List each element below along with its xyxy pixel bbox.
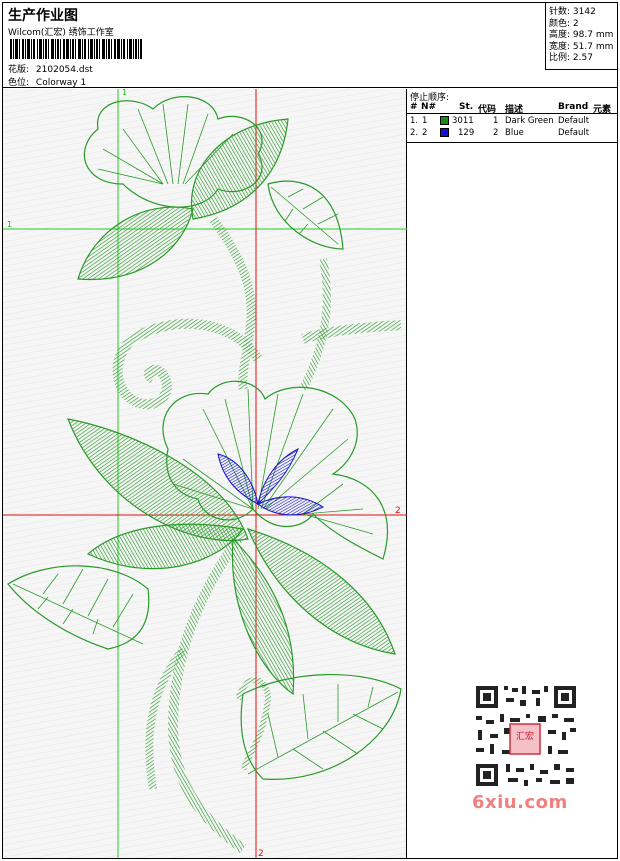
design-file-label: 花版: (8, 65, 30, 75)
embroidery-design: 1 1 2 2 (3, 89, 407, 858)
colorway-label: 色位: (8, 78, 30, 88)
right-stem (299, 258, 331, 391)
stat-scale: 比例: 2.57 (549, 53, 593, 63)
watermark: 汇宏 6xiu.com (466, 680, 584, 820)
color-swatch-blue (440, 128, 449, 137)
stat-width: 宽度: 51.7 mm (549, 41, 614, 52)
colorway-line: 色位: Colorway 1 (8, 75, 86, 88)
watermark-text: 6xiu.com (472, 792, 568, 813)
design-preview-canvas: 1 1 2 2 (3, 89, 407, 858)
stop-sequence-divider (407, 113, 618, 114)
page-title: 生产作业图 (8, 8, 78, 24)
crosshair-label-v1: 1 (122, 89, 127, 97)
col-stitches: St. (459, 102, 474, 112)
stat-colors: 颜色: 2 (549, 18, 579, 29)
lower-stem (167, 536, 247, 853)
lower-right-leaf-satin-rim (235, 677, 272, 771)
curl-tendril (112, 318, 263, 410)
left-big-leaf-satin (67, 418, 249, 542)
col-index: # (410, 102, 418, 112)
left-leaf-satin (77, 206, 194, 281)
stat-stitches: 针数: 3142 (549, 7, 596, 17)
crosshair-label-h1: 1 (7, 220, 12, 229)
col-needle: N# (421, 102, 437, 112)
main-stem (209, 216, 256, 390)
col-brand: Brand (558, 102, 589, 112)
header: 生产作业图 Wilcom(汇宏) 绣饰工作室 花版: 2102054.dst 色… (2, 2, 618, 88)
barcode (10, 39, 142, 59)
stat-height: 高度: 98.7 mm (549, 30, 614, 40)
flower-center-blue (217, 447, 325, 516)
right-sprig (301, 320, 402, 344)
crosshair-label-v2: 2 (258, 849, 264, 858)
design-stats: 针数: 3142 颜色: 2 高度: 98.7 mm 宽度: 51.7 mm 比… (545, 2, 618, 70)
design-file-line: 花版: 2102054.dst (8, 62, 93, 75)
stop-sequence-panel: 停止顺序: # N# St. 代码 描述 Brand 元素 1. 1 3011 … (407, 89, 618, 143)
crosshair-label-h2: 2 (395, 506, 401, 516)
design-file-name: 2102054.dst (35, 65, 93, 75)
studio-name: Wilcom(汇宏) 绣饰工作室 (8, 28, 114, 38)
color-swatch-green (440, 116, 449, 125)
watermark-stamp-text: 汇宏 (515, 732, 534, 742)
colorway-name: Colorway 1 (35, 78, 87, 88)
